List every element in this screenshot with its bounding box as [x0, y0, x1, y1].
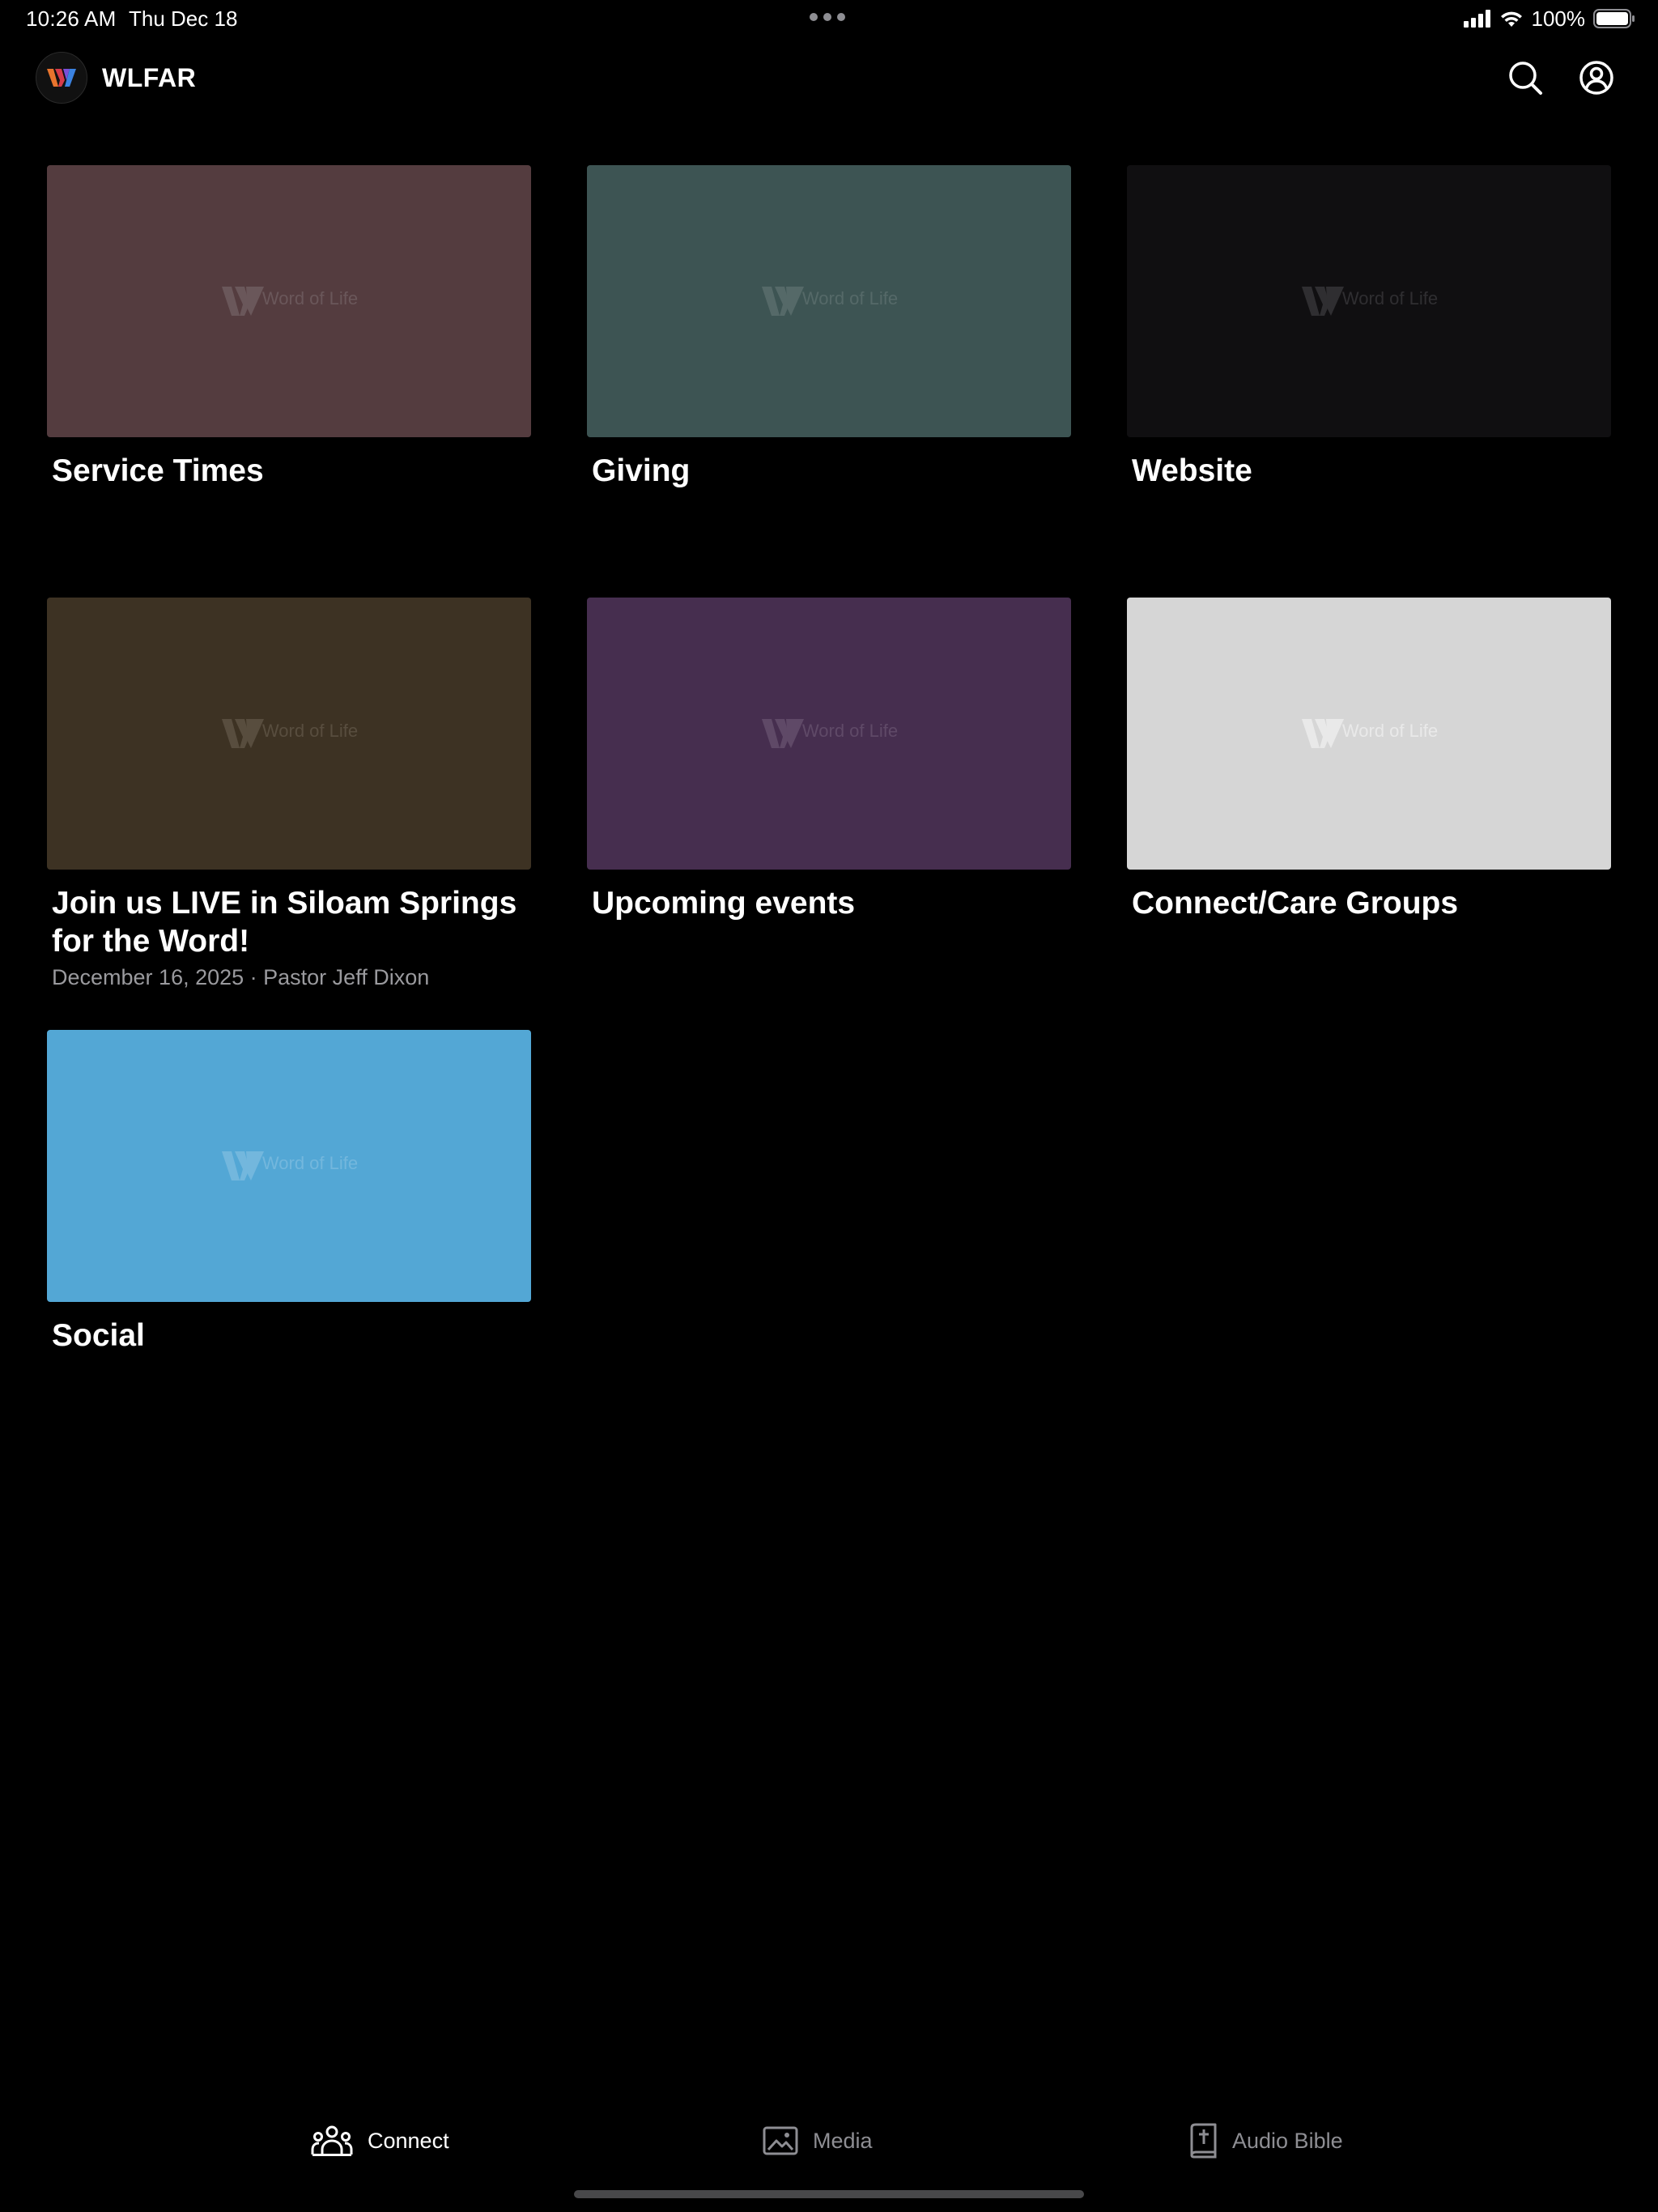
- card-title: Social: [52, 1318, 145, 1353]
- word-of-life-logo-icon: [761, 719, 804, 748]
- word-of-life-watermark: Word of Life: [1300, 285, 1438, 317]
- status-indicators: 100%: [1463, 6, 1636, 31]
- card-thumbnail: Word of Life: [1127, 598, 1611, 870]
- word-of-life-logo-icon: [221, 1151, 264, 1180]
- tab-label: Audio Bible: [1232, 2128, 1343, 2153]
- multitasking-dots-icon[interactable]: [810, 13, 845, 21]
- tab-audio-bible[interactable]: Audio Bible: [1188, 2123, 1343, 2159]
- word-of-life-logo-icon: [1301, 719, 1344, 748]
- bible-book-icon: [1190, 2123, 1217, 2159]
- word-of-life-logo-icon: [1301, 287, 1344, 316]
- card-upcoming-events[interactable]: Word of Life Upcoming events: [587, 598, 1071, 922]
- word-of-life-watermark: Word of Life: [220, 717, 358, 750]
- card-website[interactable]: Word of Life Website: [1127, 165, 1611, 490]
- card-title: Service Times: [52, 453, 264, 488]
- status-time: 10:26 AM: [26, 6, 117, 31]
- word-of-life-watermark: Word of Life: [760, 717, 898, 750]
- tab-media[interactable]: Media: [763, 2123, 873, 2159]
- status-bar: 10:26 AM Thu Dec 18 100%: [0, 0, 1658, 39]
- card-social[interactable]: Word of Life Social: [47, 1030, 531, 1355]
- tab-label: Media: [813, 2128, 873, 2153]
- word-of-life-watermark: Word of Life: [220, 285, 358, 317]
- home-indicator[interactable]: [574, 2190, 1084, 2198]
- card-thumbnail: Word of Life: [47, 165, 531, 437]
- app-header: WLFAR: [0, 49, 1658, 110]
- card-thumbnail: Word of Life: [47, 598, 531, 870]
- account-icon: [1579, 61, 1613, 95]
- watermark-text: Word of Life: [801, 721, 899, 741]
- card-thumbnail: Word of Life: [1127, 165, 1611, 437]
- wlfar-logo-mark-icon: [47, 69, 76, 87]
- card-giving[interactable]: Word of Life Giving: [587, 165, 1071, 490]
- watermark-text: Word of Life: [1341, 288, 1439, 308]
- watermark-text: Word of Life: [1341, 721, 1439, 741]
- people-group-icon: [311, 2125, 353, 2156]
- card-thumbnail: Word of Life: [587, 598, 1071, 870]
- search-button[interactable]: [1506, 58, 1545, 97]
- card-title: Upcoming events: [592, 886, 856, 921]
- card-thumbnail: Word of Life: [47, 1030, 531, 1302]
- card-title: Giving: [592, 453, 691, 488]
- app-screen: 10:26 AM Thu Dec 18 100% WLFAR Word of L…: [0, 0, 1658, 2212]
- card-title: Join us LIVE in Siloam Springs for the W…: [52, 886, 517, 959]
- word-of-life-watermark: Word of Life: [760, 285, 898, 317]
- card-connect-care-groups[interactable]: Word of Life Connect/Care Groups: [1127, 598, 1611, 922]
- word-of-life-watermark: Word of Life: [220, 1150, 358, 1182]
- tab-label: Connect: [368, 2128, 449, 2153]
- cellular-signal-icon: [1463, 10, 1490, 28]
- word-of-life-logo-icon: [221, 719, 264, 748]
- watermark-text: Word of Life: [801, 288, 899, 308]
- card-title: Website: [1132, 453, 1252, 488]
- bottom-tab-bar: Connect Media Audio Bible: [0, 2105, 1658, 2178]
- battery-percent: 100%: [1531, 6, 1586, 31]
- card-join-live[interactable]: Word of Life Join us LIVE in Siloam Spri…: [47, 598, 531, 991]
- word-of-life-watermark: Word of Life: [1300, 717, 1438, 750]
- wifi-icon: [1500, 11, 1522, 27]
- card-thumbnail: Word of Life: [587, 165, 1071, 437]
- image-icon: [763, 2126, 798, 2155]
- account-button[interactable]: [1577, 58, 1616, 97]
- card-title: Connect/Care Groups: [1132, 886, 1459, 921]
- word-of-life-logo-icon: [761, 287, 804, 316]
- battery-icon: [1593, 9, 1635, 28]
- status-date: Thu Dec 18: [129, 6, 238, 31]
- wlfar-logo[interactable]: [36, 52, 87, 104]
- word-of-life-logo-icon: [221, 287, 264, 316]
- watermark-text: Word of Life: [261, 288, 359, 308]
- org-name: WLFAR: [102, 63, 197, 92]
- tab-connect[interactable]: Connect: [311, 2123, 449, 2159]
- card-service-times[interactable]: Word of Life Service Times: [47, 165, 531, 490]
- watermark-text: Word of Life: [261, 1153, 359, 1173]
- search-icon: [1509, 62, 1542, 95]
- watermark-text: Word of Life: [261, 721, 359, 741]
- card-subtitle: December 16, 2025 · Pastor Jeff Dixon: [52, 965, 430, 989]
